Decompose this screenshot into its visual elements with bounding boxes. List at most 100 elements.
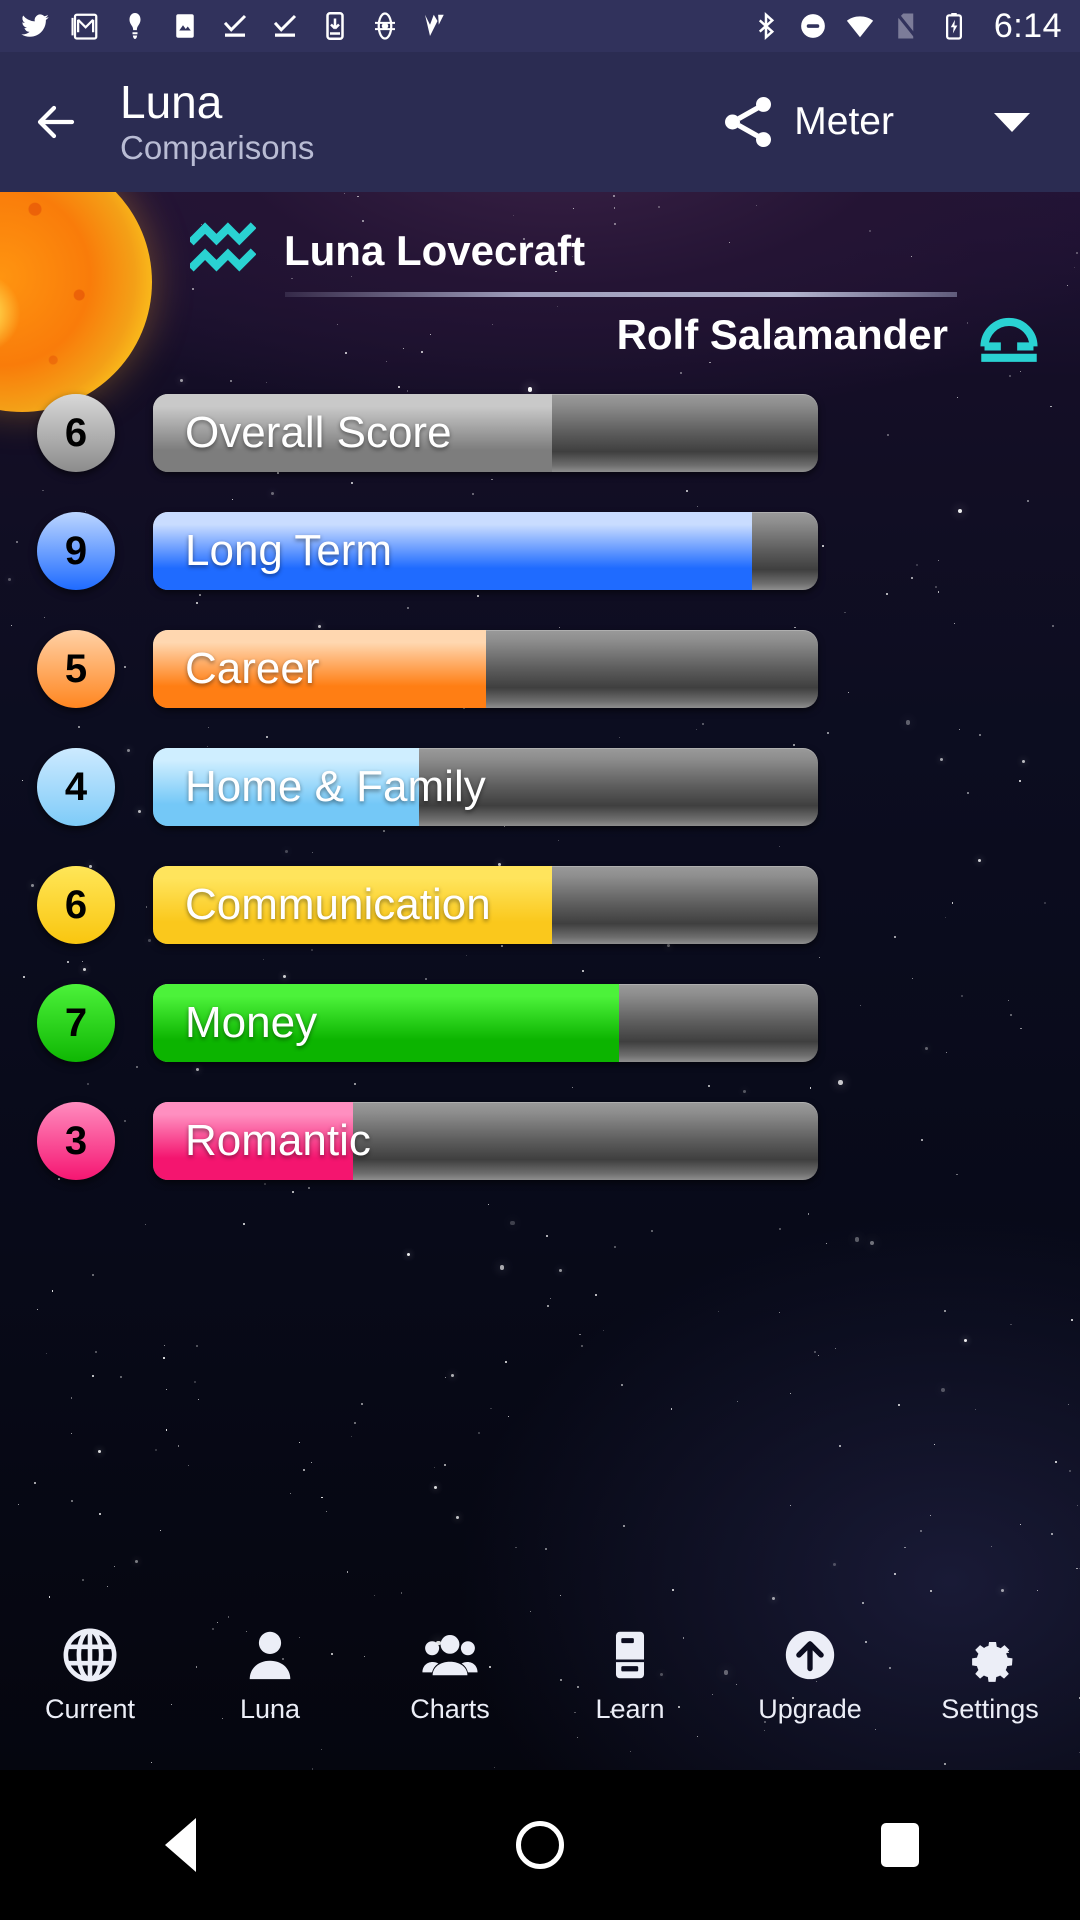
meter-dropdown[interactable]: Meter [794,52,1080,192]
nav-item-label: Learn [595,1694,665,1724]
twitter-icon [21,14,49,37]
gear-icon [972,1641,1013,1682]
bottom-navigation: Current Luna Charts Learn Upgrade Settings [0,1618,1080,1770]
score-row[interactable]: 6 Overall Score [0,374,1080,492]
status-bar-notification-icons [20,10,751,42]
comparison-stage: Luna Lovecraft Rolf Salamander 6 Overall … [0,192,1080,1770]
score-track[interactable]: Communication [153,866,818,944]
score-row[interactable]: 5 Career [0,610,1080,728]
person-b-row[interactable]: Rolf Salamander [617,304,1042,366]
page-subtitle: Comparisons [120,129,315,166]
score-track[interactable]: Money [153,984,818,1062]
system-back-button[interactable] [0,1818,360,1872]
person-a-name: Luna Lovecraft [284,227,586,274]
score-label: Long Term [185,526,393,575]
gmail-icon [71,13,98,40]
score-track[interactable]: Romantic [153,1102,818,1180]
nav-item-label: Current [44,1694,136,1724]
score-badge-value: 7 [64,1000,88,1045]
nav-item-label: Settings [941,1694,1039,1724]
nav-item-learn[interactable]: Learn [540,1626,720,1725]
do-not-disturb-icon [800,14,825,38]
nav-item-upgrade[interactable]: Upgrade [720,1626,900,1725]
score-badge-value: 9 [64,528,88,573]
score-label: Money [185,998,318,1047]
aquarius-icon [190,222,256,272]
system-home-button[interactable] [360,1821,720,1869]
up-arrow-circle-icon [785,1630,835,1680]
score-badge: 6 [37,394,115,472]
person-a-row[interactable]: Luna Lovecraft [190,220,585,282]
tasks-check-icon-2 [273,14,297,37]
people-divider [285,292,957,297]
tasks-check-icon [223,14,247,37]
score-badge: 3 [37,1102,115,1180]
score-label: Overall Score [185,408,452,457]
nav-item-label: Luna [239,1694,301,1724]
score-row[interactable]: 3 Romantic [0,1082,1080,1200]
score-badge-value: 6 [64,882,88,927]
score-row[interactable]: 4 Home & Family [0,728,1080,846]
score-track[interactable]: Career [153,630,818,708]
system-recents-button[interactable] [720,1823,1080,1867]
score-row[interactable]: 7 Money [0,964,1080,1082]
book-icon [615,1631,645,1679]
status-bar-clock: 6:14 [993,6,1062,45]
photos-icon [176,14,194,38]
score-label: Romantic [185,1116,371,1165]
app-root: 6:14 Luna Comparisons Meter Luna Lovecra… [0,0,1080,1920]
android-status-bar: 6:14 [0,0,1080,52]
app-bar: Luna Comparisons Meter [0,52,1080,192]
keep-icon [129,13,141,39]
person-b-name: Rolf Salamander [616,311,948,358]
score-badge-value: 4 [64,764,88,809]
nav-item-settings[interactable]: Settings [900,1626,1080,1725]
download-phone-icon [326,11,344,40]
score-track[interactable]: Home & Family [153,748,818,826]
nav-item-luna[interactable]: Luna [180,1626,360,1725]
back-button[interactable] [0,52,112,192]
wifi-icon [846,16,873,38]
meter-dropdown-label: Meter [794,100,894,143]
nav-item-label: Charts [410,1694,490,1724]
score-label: Communication [185,880,491,929]
score-badge: 7 [37,984,115,1062]
no-sim-icon [895,12,919,40]
score-row[interactable]: 9 Long Term [0,492,1080,610]
score-label: Career [185,644,320,693]
share-button[interactable] [702,52,794,192]
battery-charging-icon [945,13,962,40]
square-recents-icon [881,1823,919,1867]
score-track[interactable]: Overall Score [153,394,818,472]
nav-item-label: Upgrade [758,1694,862,1724]
orbit-icon [375,12,395,40]
person-icon [249,1631,291,1680]
people-group-icon [422,1634,478,1676]
score-badge-value: 3 [64,1118,88,1163]
nav-item-current[interactable]: Current [0,1626,180,1725]
android-navigation-bar [0,1770,1080,1920]
arrow-left-icon [37,105,75,139]
page-title: Luna [120,76,223,128]
score-badge-value: 6 [64,410,88,455]
app-bar-titles: Luna Comparisons [112,76,314,168]
score-badge: 9 [37,512,115,590]
vector-check-icon [425,14,444,36]
libra-icon [980,317,1038,362]
triangle-back-icon [164,1818,196,1872]
score-badge: 6 [37,866,115,944]
score-badge-value: 5 [64,646,88,691]
bluetooth-icon [758,11,774,41]
score-track[interactable]: Long Term [153,512,818,590]
score-label: Home & Family [185,762,486,811]
score-badge: 4 [37,748,115,826]
score-rows: 6 Overall Score 9 Long Term 5 Career 4 Home & F… [0,374,1080,1200]
nav-item-charts[interactable]: Charts [360,1626,540,1725]
share-icon [725,96,772,148]
score-row[interactable]: 6 Communication [0,846,1080,964]
circle-home-icon [516,1821,564,1869]
chevron-down-icon [994,112,1030,132]
status-bar-system-icons: 6:14 [751,7,1062,46]
globe-icon [63,1628,117,1682]
score-badge: 5 [37,630,115,708]
